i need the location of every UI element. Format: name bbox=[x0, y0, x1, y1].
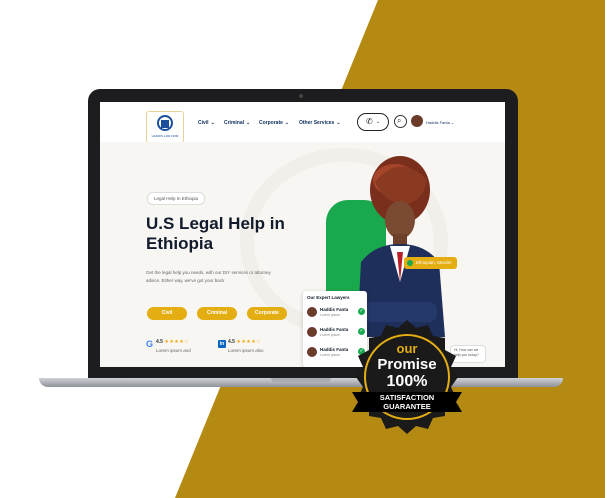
pillar-icon bbox=[161, 120, 169, 128]
call-button[interactable]: ✆ ⌄ bbox=[357, 113, 389, 131]
hero-pill: Legal Help In Ethiopia bbox=[147, 192, 206, 205]
corporate-button[interactable]: Corporate bbox=[247, 307, 287, 320]
search-button[interactable]: ⌕ bbox=[394, 115, 407, 128]
avatar bbox=[307, 307, 317, 317]
hero-description: Get the legal help you needs, with our D… bbox=[146, 270, 271, 283]
user-name: Haddis Fanta bbox=[426, 120, 450, 125]
badge-line-1: our bbox=[397, 341, 418, 356]
page-title: U.S Legal Help in Ethiopia bbox=[146, 214, 296, 254]
rating-sub: Lorem ipsum and bbox=[156, 348, 191, 353]
nav-civil[interactable]: Civil ⌄ bbox=[198, 120, 215, 126]
star-icons: ★★★★☆ bbox=[236, 339, 262, 345]
nav-civil-label: Civil bbox=[198, 120, 209, 126]
lawyer-sub: Lorem ipsum bbox=[320, 333, 341, 337]
badge-line-4: SATISFACTION bbox=[380, 393, 434, 402]
badge-line-2: Promise bbox=[377, 356, 436, 373]
rating-sub: Lorem ipsum also bbox=[228, 348, 264, 353]
rating-score: 4.5 bbox=[156, 339, 163, 345]
logo[interactable]: HADDIS LAW FIRM bbox=[146, 111, 184, 143]
nav-criminal-label: Criminal bbox=[224, 120, 245, 126]
badge-line-3: 100% bbox=[387, 373, 428, 390]
lawyer-sub: Lorem ipsum bbox=[320, 313, 341, 317]
lawyer-name: Haddis Fanta bbox=[320, 327, 349, 332]
location-icon bbox=[407, 260, 413, 266]
avatar bbox=[307, 347, 317, 357]
nav-other-label: Other Services bbox=[299, 120, 335, 126]
logo-text: HADDIS LAW FIRM bbox=[151, 134, 179, 138]
chevron-down-icon: ⌄ bbox=[336, 120, 341, 126]
avatar bbox=[307, 327, 317, 337]
nav-criminal[interactable]: Criminal ⌄ bbox=[224, 120, 250, 126]
google-rating: G 4.5 ★★★★☆ Lorem ipsum and bbox=[146, 339, 191, 353]
chevron-down-icon: ⌄ bbox=[376, 119, 381, 125]
lawyer-name: Haddis Fanta bbox=[320, 307, 349, 312]
avatar[interactable] bbox=[411, 115, 423, 127]
chevron-down-icon: ⌄ bbox=[284, 120, 290, 126]
star-icons: ★★★★☆ bbox=[164, 339, 190, 345]
chevron-down-icon: ⌄ bbox=[450, 120, 455, 125]
badge-line-5: GUARANTEE bbox=[383, 402, 431, 411]
site-header: HADDIS LAW FIRM Civil ⌄ Criminal ⌄ Corpora… bbox=[100, 102, 505, 143]
nav-other-services[interactable]: Other Services ⌄ bbox=[299, 120, 341, 126]
title-line-2: Ethiopia bbox=[146, 234, 214, 253]
chevron-down-icon: ⌄ bbox=[210, 120, 215, 126]
linkedin-icon: in bbox=[218, 340, 226, 348]
satisfaction-badge: our Promise 100% SATISFACTION GUARANTEE bbox=[352, 320, 462, 434]
check-icon: ✓ bbox=[358, 308, 365, 315]
card-title: Our Expert Lawyers bbox=[307, 295, 350, 300]
nav-corporate-label: Corporate bbox=[259, 120, 283, 126]
search-icon: ⌕ bbox=[397, 116, 402, 125]
location-text: Ethiopian, Muslim bbox=[416, 260, 452, 265]
laptop-notch bbox=[271, 378, 331, 382]
rating-score: 4.5 bbox=[228, 339, 235, 345]
criminal-button[interactable]: Criminal bbox=[197, 307, 237, 320]
google-icon: G bbox=[146, 339, 154, 349]
chevron-down-icon: ⌄ bbox=[246, 120, 251, 126]
location-tag: Ethiopian, Muslim bbox=[404, 257, 457, 269]
lawyer-sub: Lorem ipsum bbox=[320, 353, 341, 357]
user-menu[interactable]: Haddis Fanta ⌄ bbox=[426, 120, 454, 125]
linkedin-rating: in 4.5 ★★★★☆ Lorem ipsum also bbox=[218, 339, 264, 353]
nav-corporate[interactable]: Corporate ⌄ bbox=[259, 120, 289, 126]
title-line-1: U.S Legal Help in bbox=[146, 214, 285, 233]
civil-button[interactable]: Civil bbox=[147, 307, 187, 320]
lawyer-name: Haddis Fanta bbox=[320, 347, 349, 352]
phone-icon: ✆ bbox=[366, 117, 373, 126]
camera-icon bbox=[299, 94, 303, 98]
